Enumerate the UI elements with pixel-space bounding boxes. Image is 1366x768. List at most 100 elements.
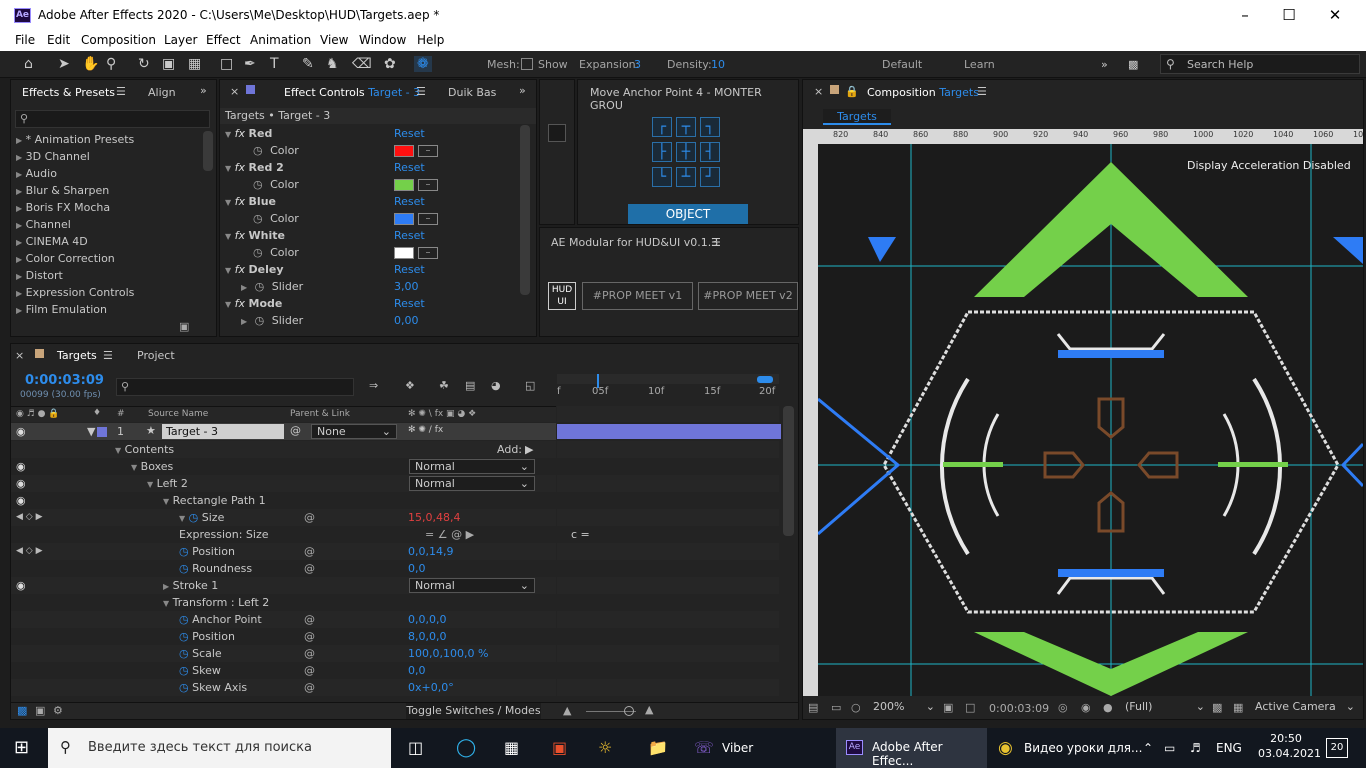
folder-icon[interactable]: 📁 [648, 728, 668, 768]
layer-switches-toggle-icon[interactable]: ▩ [17, 704, 27, 717]
snapshot-icon[interactable]: ◎ [1058, 701, 1068, 714]
fit-icon[interactable]: ▣ [943, 701, 953, 714]
expression-text[interactable]: c = [571, 528, 590, 541]
stopwatch-icon[interactable]: ◷ [179, 613, 189, 626]
show-snapshot-icon[interactable]: ◉ [1081, 701, 1091, 714]
zoom-select[interactable]: 200% ⌄ [873, 700, 935, 716]
show-mesh-checkbox[interactable] [521, 58, 533, 70]
zoom-out-icon[interactable]: ▲ [563, 704, 571, 717]
property-row[interactable]: ▼ Contents Add: ▶ [11, 441, 556, 458]
pickwhip-icon[interactable]: @ [304, 509, 315, 526]
anchor-middle-left[interactable]: ├ [652, 142, 672, 162]
region-of-interest-icon[interactable]: □ [965, 701, 975, 714]
property-row[interactable]: ◉ ▼ Boxes Normal ⌄ [11, 458, 556, 475]
stopwatch-icon[interactable]: ◷ [179, 562, 189, 575]
pickwhip-icon[interactable]: @ [304, 543, 315, 560]
add-button[interactable]: Add: [497, 441, 522, 458]
blend-mode-select[interactable]: Normal ⌄ [409, 459, 535, 474]
effect-row[interactable]: ▼ fx Red 2 Reset [225, 159, 515, 176]
search-help-box[interactable]: ⚲ Search Help [1160, 54, 1360, 74]
list-item[interactable]: ▶ Boris FX Mocha [16, 199, 110, 216]
work-area-bar[interactable] [557, 374, 779, 384]
vr-icon[interactable]: ○ [851, 701, 861, 714]
tab-timeline-targets[interactable]: Targets [57, 349, 97, 362]
anchor-top-right[interactable]: ┐ [700, 117, 720, 137]
stopwatch-icon[interactable]: ◷ [253, 212, 263, 225]
pickwhip-icon[interactable]: @ [304, 560, 315, 577]
network-icon[interactable]: ▭ [1164, 728, 1175, 768]
effect-row[interactable]: ▼ fx Deley Reset [225, 261, 515, 278]
list-item[interactable]: ▶ CINEMA 4D [16, 233, 88, 250]
comp-timecode[interactable]: 0:00:03:09 [989, 702, 1049, 715]
volume-icon[interactable]: ♬ [1190, 728, 1201, 768]
scrollbar[interactable] [520, 125, 530, 295]
close-tab-icon[interactable]: × [15, 349, 24, 362]
list-item[interactable]: ▶ Film Emulation [16, 301, 107, 318]
property-value[interactable]: 8,0,0,0 [408, 628, 446, 645]
home-icon[interactable]: ⌂ [24, 56, 33, 72]
property-row[interactable]: ◉ ▼ Rectangle Path 1 [11, 492, 556, 509]
property-row[interactable]: ◷ Skew Axis @ 0x+0,0° [11, 679, 556, 696]
property-row[interactable]: ◀ ◇ ▶ ◷ Position @ 0,0,14,9 [11, 543, 556, 560]
viber-icon[interactable]: ☏ [694, 728, 714, 768]
property-row[interactable]: ◷ Scale @ 100,0,100,0 % [11, 645, 556, 662]
prop-meet-v1-button[interactable]: #PROP MEET v1 [582, 282, 693, 310]
eye-icon[interactable]: ◉ [16, 458, 26, 475]
anchor-bottom-center[interactable]: ┴ [676, 167, 696, 187]
lock-icon[interactable]: 🔒 [845, 85, 859, 98]
app-icon[interactable]: ☼ [598, 728, 612, 768]
panel-menu-icon[interactable]: ☰ [416, 85, 426, 98]
task-view-icon[interactable]: ◫ [408, 728, 423, 768]
property-value[interactable]: 0,0,14,9 [408, 543, 453, 560]
eyedropper-icon[interactable]: ⎯ [418, 145, 438, 157]
timeline-scrollbar[interactable] [783, 406, 794, 536]
transparency-grid-icon[interactable]: ▩ [1212, 701, 1222, 714]
color-swatch[interactable] [394, 179, 414, 191]
resolution-select[interactable]: (Full) ⌄ [1125, 700, 1205, 716]
clone-stamp-icon[interactable]: ♞ [326, 56, 339, 72]
property-value[interactable]: 0x+0,0° [408, 679, 454, 696]
workspace-default[interactable]: Default [882, 58, 922, 71]
list-item[interactable]: ▶ Channel [16, 216, 71, 233]
list-item[interactable]: ▶ Audio [16, 165, 57, 182]
blend-mode-select[interactable]: Normal ⌄ [409, 476, 535, 491]
timeline-search-input[interactable]: ⚲ [116, 378, 354, 396]
stopwatch-icon[interactable]: ◷ [255, 280, 265, 293]
office-icon[interactable]: ▣ [552, 728, 567, 768]
menu-edit[interactable]: Edit [47, 33, 70, 47]
monitor-icon[interactable]: ▭ [831, 701, 841, 714]
layer-label-color[interactable] [97, 427, 107, 437]
menu-help[interactable]: Help [417, 33, 444, 47]
expression-controls-icon[interactable]: = ∠ @ ▶ [425, 526, 474, 543]
windows-start-icon[interactable]: ⊞ [14, 728, 29, 768]
property-value[interactable]: 0,0,0,0 [408, 611, 446, 628]
blend-mode-select[interactable]: Normal ⌄ [409, 578, 535, 593]
reset-link[interactable]: Reset [394, 159, 425, 176]
effect-row[interactable]: ▼ fx Blue Reset [225, 193, 515, 210]
draft-3d-icon[interactable]: ❖ [405, 379, 415, 392]
language-indicator[interactable]: ENG [1216, 728, 1242, 768]
list-item[interactable]: ▶ * Animation Presets [16, 131, 134, 148]
property-value[interactable]: 0,0 [408, 560, 426, 577]
shy-layers-icon[interactable]: ☘ [439, 379, 449, 392]
sync-settings-icon[interactable]: ▩ [1128, 58, 1138, 71]
edge-icon[interactable]: ◯ [456, 728, 476, 768]
clock[interactable]: 20:50 03.04.2021 [1258, 732, 1321, 760]
tab-effect-controls[interactable]: Effect Controls Target - 3 [284, 86, 420, 99]
tab-duik[interactable]: Duik Bas [448, 86, 496, 99]
layer-duration-bar[interactable] [557, 424, 781, 439]
menu-effect[interactable]: Effect [206, 33, 241, 47]
stopwatch-icon[interactable]: ◷ [179, 630, 189, 643]
brush-tool-icon[interactable]: ✎ [302, 56, 314, 72]
menu-composition[interactable]: Composition [81, 33, 156, 47]
close-tab-icon[interactable]: × [814, 85, 823, 98]
tab-effects-presets[interactable]: Effects & Presets [22, 86, 115, 99]
anchor-middle-right[interactable]: ┤ [700, 142, 720, 162]
new-folder-icon[interactable]: ▣ [179, 320, 189, 333]
anchor-center[interactable]: ┼ [676, 142, 696, 162]
zoom-slider-handle[interactable] [624, 706, 634, 716]
taskbar-chrome[interactable]: Видео уроки для... [1024, 728, 1142, 768]
menu-layer[interactable]: Layer [164, 33, 197, 47]
close-button[interactable]: ✕ [1312, 4, 1358, 26]
taskbar-viber[interactable]: Viber [722, 728, 753, 768]
